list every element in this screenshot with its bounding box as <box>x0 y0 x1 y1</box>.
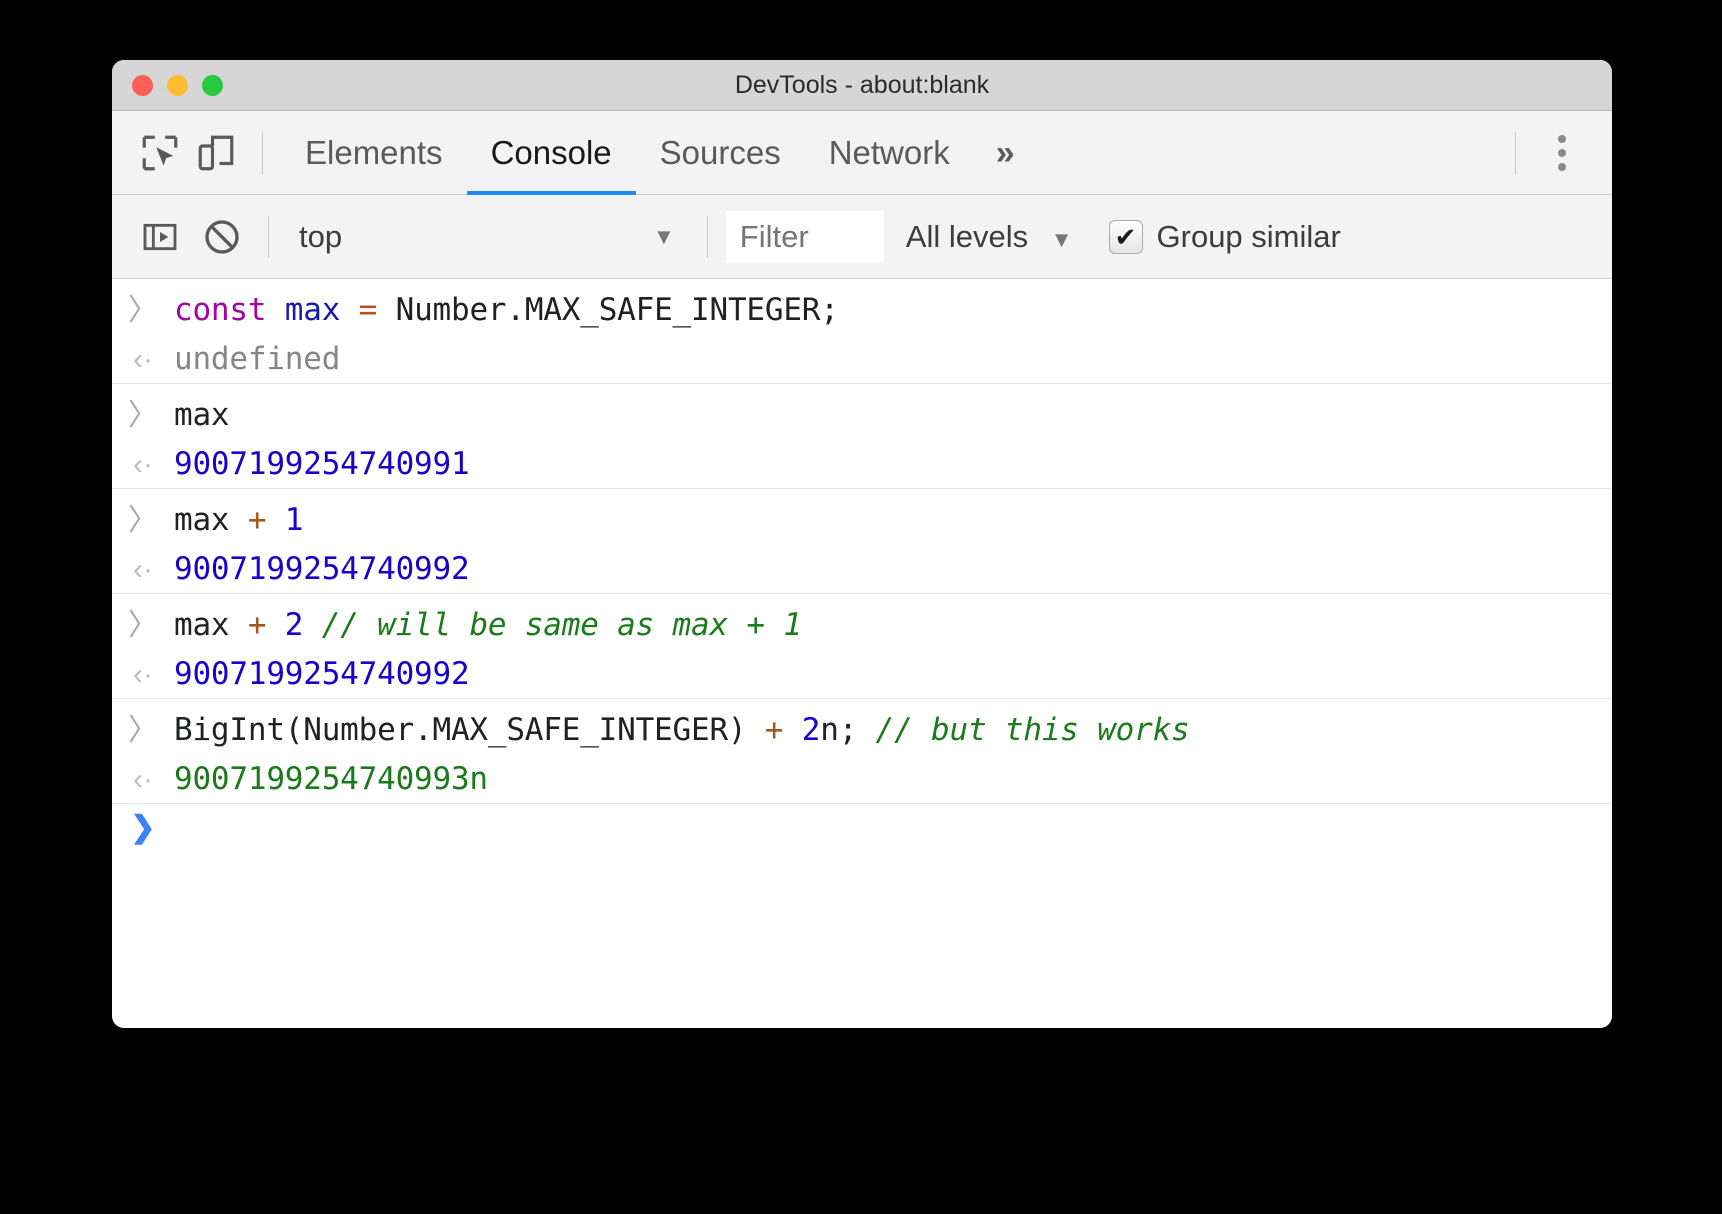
inspect-element-icon[interactable] <box>132 125 188 181</box>
input-marker-icon: 〉 <box>112 495 174 539</box>
tab-console[interactable]: Console <box>467 111 636 195</box>
console-input-code: BigInt(Number.MAX_SAFE_INTEGER) + 2n; //… <box>174 712 1190 748</box>
console-messages-area[interactable]: 〉const max = Number.MAX_SAFE_INTEGER;‹·u… <box>112 279 1612 979</box>
tab-elements[interactable]: Elements <box>281 111 467 195</box>
console-input-line[interactable]: 〉BigInt(Number.MAX_SAFE_INTEGER) + 2n; /… <box>112 699 1612 755</box>
maximize-window-button[interactable] <box>202 75 223 96</box>
value-token: undefined <box>174 341 340 377</box>
console-output-value: 9007199254740992 <box>174 656 469 692</box>
code-token: const <box>174 292 266 328</box>
console-sidebar-icon[interactable] <box>132 209 188 265</box>
console-entry-group: 〉max + 2 // will be same as max + 1‹·900… <box>112 594 1612 699</box>
code-token: // will be same as max + 1 <box>322 607 802 643</box>
chevron-down-icon: ▼ <box>653 224 675 250</box>
console-output-line: ‹·9007199254740992 <box>112 650 1612 698</box>
value-token: 9007199254740992 <box>174 551 469 587</box>
devtools-tab-bar: Elements Console Sources Network » <box>112 111 1612 195</box>
group-similar-label: Group similar <box>1157 219 1341 255</box>
code-token: // but this works <box>876 712 1190 748</box>
code-token <box>266 292 284 328</box>
devtools-window: DevTools - about:blank Elements Console … <box>112 60 1612 1028</box>
console-entry-group: 〉max + 1‹·9007199254740992 <box>112 489 1612 594</box>
code-token <box>303 607 321 643</box>
code-token: n; <box>820 712 875 748</box>
vertical-dots-menu-icon[interactable] <box>1534 125 1590 181</box>
close-window-button[interactable] <box>132 75 153 96</box>
code-token: = <box>359 292 377 328</box>
code-token <box>783 712 801 748</box>
console-output-value: 9007199254740992 <box>174 551 469 587</box>
code-token <box>266 607 284 643</box>
console-output-value: undefined <box>174 341 340 377</box>
code-token: Number.MAX_SAFE_INTEGER; <box>377 292 839 328</box>
value-token: 9007199254740991 <box>174 446 469 482</box>
filter-bar-divider-right <box>707 216 708 258</box>
console-input-line[interactable]: 〉max + 1 <box>112 489 1612 545</box>
tab-network[interactable]: Network <box>805 111 974 195</box>
traffic-lights <box>132 75 223 96</box>
code-token: 1 <box>285 502 303 538</box>
code-token: max <box>174 502 248 538</box>
console-input-line[interactable]: 〉const max = Number.MAX_SAFE_INTEGER; <box>112 279 1612 335</box>
input-marker-icon: 〉 <box>112 705 174 749</box>
console-entry-group: 〉max‹·9007199254740991 <box>112 384 1612 489</box>
console-output-line: ‹·9007199254740993n <box>112 755 1612 803</box>
code-token: max <box>174 397 229 433</box>
value-token: 9007199254740993n <box>174 761 488 797</box>
group-similar-checkbox[interactable]: ✔ <box>1109 220 1143 254</box>
console-input-code: max + 1 <box>174 502 303 538</box>
device-toolbar-icon[interactable] <box>188 125 244 181</box>
console-input-line[interactable]: 〉max + 2 // will be same as max + 1 <box>112 594 1612 650</box>
console-input-code: const max = Number.MAX_SAFE_INTEGER; <box>174 292 839 328</box>
chevron-down-icon-levels: ▼ <box>1051 227 1073 252</box>
prompt-chevron-icon: ❯ <box>112 810 174 845</box>
code-token: BigInt(Number.MAX_SAFE_INTEGER) <box>174 712 765 748</box>
code-token: 2 <box>285 607 303 643</box>
console-entry-group: 〉BigInt(Number.MAX_SAFE_INTEGER) + 2n; /… <box>112 699 1612 804</box>
code-token <box>266 502 284 538</box>
console-output-line: ‹·9007199254740992 <box>112 545 1612 593</box>
console-output-value: 9007199254740991 <box>174 446 469 482</box>
title-bar: DevTools - about:blank <box>112 60 1612 111</box>
minimize-window-button[interactable] <box>167 75 188 96</box>
value-token: 9007199254740992 <box>174 656 469 692</box>
code-token: max <box>285 292 340 328</box>
log-level-label: All levels <box>906 219 1028 254</box>
console-filter-bar: top ▼ All levels ▼ ✔ Group similar <box>112 195 1612 279</box>
console-input-code: max <box>174 397 229 433</box>
console-output-value: 9007199254740993n <box>174 761 488 797</box>
filter-input[interactable] <box>726 211 884 263</box>
code-token <box>340 292 358 328</box>
more-tabs-chevron-icon[interactable]: » <box>974 111 1037 195</box>
console-output-line: ‹·undefined <box>112 335 1612 383</box>
code-token: + <box>765 712 783 748</box>
input-marker-icon: 〉 <box>112 285 174 329</box>
output-marker-icon: ‹· <box>112 658 174 692</box>
execution-context-selector[interactable]: top ▼ <box>287 219 689 255</box>
tab-bar-divider-left <box>262 132 263 174</box>
code-token: 2 <box>802 712 820 748</box>
clear-console-icon[interactable] <box>194 209 250 265</box>
log-level-selector[interactable]: All levels ▼ <box>906 219 1087 255</box>
code-token: max <box>174 607 248 643</box>
output-marker-icon: ‹· <box>112 763 174 797</box>
filter-bar-divider-left <box>268 216 269 258</box>
code-token: + <box>248 502 266 538</box>
input-marker-icon: 〉 <box>112 390 174 434</box>
console-input-code: max + 2 // will be same as max + 1 <box>174 607 802 643</box>
code-token: + <box>248 607 266 643</box>
tab-sources[interactable]: Sources <box>636 111 805 195</box>
console-entry-group: 〉const max = Number.MAX_SAFE_INTEGER;‹·u… <box>112 279 1612 384</box>
window-title: DevTools - about:blank <box>112 71 1612 100</box>
output-marker-icon: ‹· <box>112 448 174 482</box>
output-marker-icon: ‹· <box>112 343 174 377</box>
group-similar-toggle[interactable]: ✔ Group similar <box>1109 219 1341 255</box>
console-prompt-line[interactable]: ❯ <box>112 804 1612 851</box>
output-marker-icon: ‹· <box>112 553 174 587</box>
execution-context-label: top <box>299 219 639 255</box>
console-input-line[interactable]: 〉max <box>112 384 1612 440</box>
input-marker-icon: 〉 <box>112 600 174 644</box>
tab-bar-divider-right <box>1515 132 1516 174</box>
console-output-line: ‹·9007199254740991 <box>112 440 1612 488</box>
